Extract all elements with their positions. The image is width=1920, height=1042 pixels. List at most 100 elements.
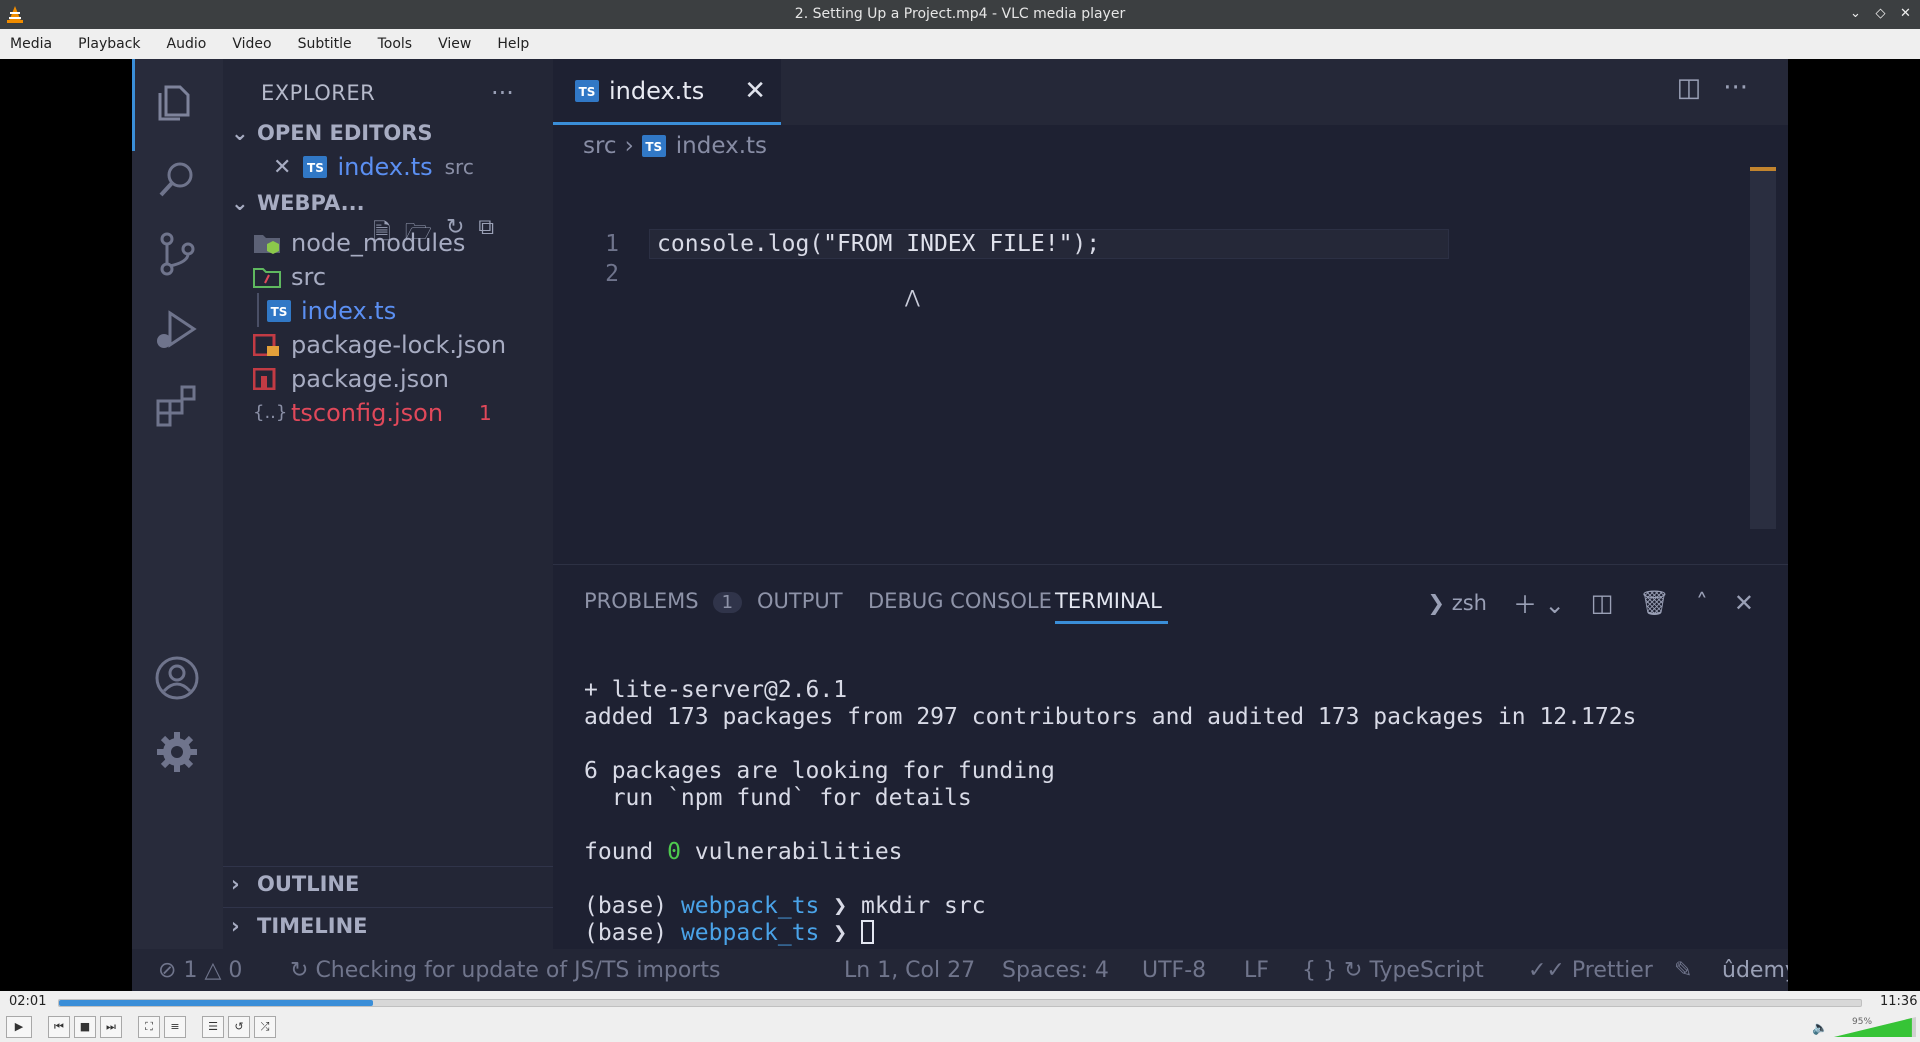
new-terminal-icon[interactable]: ＋ ⌄ xyxy=(1513,585,1565,620)
maximize-panel-icon[interactable]: ˄ xyxy=(1696,589,1708,617)
shuffle-button[interactable]: ⤮ xyxy=(254,1016,276,1038)
typescript-file-icon: TS xyxy=(575,79,599,102)
open-editors-section[interactable]: ⌄ OPEN EDITORS xyxy=(231,121,433,145)
source-control-icon[interactable] xyxy=(152,229,202,279)
tab-debug-console[interactable]: DEBUG CONSOLE xyxy=(868,589,1052,613)
open-editor-item[interactable]: ✕ TS index.ts src xyxy=(273,153,474,181)
terminal-text: found xyxy=(584,839,668,865)
terminal-output[interactable]: + lite-server@2.6.1 added 173 packages f… xyxy=(584,677,1636,947)
playback-controls: 02:01 11:36 ▶ ⏮ ■ ⏭ ⛶ ≡ ☰ ↺ ⤮ 🔈 95% xyxy=(0,991,1920,1042)
tree-item-node-modules[interactable]: node_modules xyxy=(253,229,465,257)
video-area[interactable]: EXPLORER ··· ⌄ OPEN EDITORS ✕ TS index.ts… xyxy=(0,59,1920,991)
workspace-section[interactable]: ⌄ WEBPA... xyxy=(231,191,365,215)
prompt-dir: webpack_ts xyxy=(680,893,820,919)
terminal-line: run `npm fund` for details xyxy=(584,785,972,811)
breadcrumb-folder[interactable]: src xyxy=(583,133,617,159)
close-icon[interactable]: ✕ xyxy=(1897,5,1914,22)
menu-media[interactable]: Media xyxy=(10,36,52,52)
timeline-label: TIMELINE xyxy=(257,914,368,938)
more-actions-icon[interactable]: ··· xyxy=(1723,73,1748,103)
indentation[interactable]: Spaces: 4 xyxy=(1002,958,1109,983)
loop-button[interactable]: ↺ xyxy=(228,1016,250,1038)
menu-bar: Media Playback Audio Video Subtitle Tool… xyxy=(0,29,1920,59)
problems-status[interactable]: ⊘ 1 △ 0 xyxy=(158,958,242,983)
tab-index-ts[interactable]: TS index.ts ✕ xyxy=(553,59,781,125)
tab-terminal[interactable]: TERMINAL xyxy=(1055,589,1162,613)
seek-bar[interactable] xyxy=(58,999,1862,1007)
minimize-icon[interactable]: ⌄ xyxy=(1847,5,1864,22)
end-of-line[interactable]: LF xyxy=(1244,958,1269,983)
chevron-right-icon: › xyxy=(231,872,240,896)
speaker-icon[interactable]: 🔈 xyxy=(1812,1021,1828,1036)
explorer-icon[interactable] xyxy=(152,77,202,127)
menu-video[interactable]: Video xyxy=(232,36,271,52)
play-button[interactable]: ▶ xyxy=(6,1016,32,1038)
menu-audio[interactable]: Audio xyxy=(167,36,207,52)
outline-label: OUTLINE xyxy=(257,872,360,896)
code-string: "FROM INDEX FILE!" xyxy=(823,231,1073,257)
terminal-shell-selector[interactable]: ❯ zsh xyxy=(1427,591,1487,615)
search-icon[interactable] xyxy=(152,155,202,205)
playlist-button[interactable]: ☰ xyxy=(202,1016,224,1038)
close-tab-icon[interactable]: ✕ xyxy=(744,76,766,106)
text-cursor-icon: ⋀ xyxy=(905,287,920,308)
extended-settings-button[interactable]: ≡ xyxy=(164,1016,186,1038)
split-terminal-icon[interactable]: ◫ xyxy=(1591,589,1614,617)
fullscreen-button[interactable]: ⛶ xyxy=(138,1016,160,1038)
check-icon: ✓✓ xyxy=(1528,958,1565,983)
terminal-cursor xyxy=(860,920,874,944)
formatter-label: Prettier xyxy=(1571,958,1653,983)
volume-slider[interactable] xyxy=(1834,1017,1916,1037)
warning-icon: △ xyxy=(204,958,222,983)
more-actions-icon[interactable]: ··· xyxy=(491,79,514,107)
previous-button[interactable]: ⏮ xyxy=(48,1016,70,1038)
npm-lock-icon xyxy=(253,334,279,356)
settings-gear-icon[interactable] xyxy=(152,727,202,777)
next-button[interactable]: ⏭ xyxy=(100,1016,122,1038)
tree-item-index-ts[interactable]: TS index.ts xyxy=(257,293,396,327)
tree-item-tsconfig[interactable]: {..} tsconfig.json 1 xyxy=(253,399,492,427)
open-editor-dir: src xyxy=(444,155,474,179)
breadcrumb-file[interactable]: index.ts xyxy=(676,133,767,159)
tree-item-package-json[interactable]: package.json xyxy=(253,365,449,393)
menu-view[interactable]: View xyxy=(438,36,471,52)
sync-icon: ↻ xyxy=(1344,958,1363,983)
accounts-icon[interactable] xyxy=(152,653,202,703)
feedback-icon[interactable]: ✎ xyxy=(1674,958,1692,983)
tree-item-label: src xyxy=(291,263,327,291)
editor-scrollbar[interactable] xyxy=(1750,167,1776,529)
total-time: 11:36 xyxy=(1880,994,1918,1009)
tab-problems-label: PROBLEMS xyxy=(584,589,699,613)
kill-terminal-icon[interactable]: 🗑 xyxy=(1639,589,1669,617)
code-line[interactable]: 1 console.log("FROM INDEX FILE!"); xyxy=(553,231,1788,261)
tab-problems[interactable]: PROBLEMS 1 xyxy=(584,589,743,613)
code-line[interactable]: 2 xyxy=(553,261,1788,291)
close-panel-icon[interactable]: ✕ xyxy=(1734,589,1754,617)
prompt-arrow: ❯ xyxy=(819,920,861,946)
maximize-icon[interactable]: ◇ xyxy=(1872,5,1889,22)
tree-item-src[interactable]: src xyxy=(253,263,326,291)
udemy-watermark: ûdemy xyxy=(1722,958,1788,983)
timeline-section[interactable]: › TIMELINE xyxy=(231,914,368,938)
menu-tools[interactable]: Tools xyxy=(378,36,413,52)
run-debug-icon[interactable] xyxy=(152,305,202,355)
encoding[interactable]: UTF-8 xyxy=(1142,958,1206,983)
language-mode[interactable]: { } ↻ TypeScript xyxy=(1302,958,1484,983)
stop-button[interactable]: ■ xyxy=(74,1016,96,1038)
prettier-status[interactable]: ✓✓ Prettier xyxy=(1528,958,1653,983)
terminal-line: added 173 packages from 297 contributors… xyxy=(584,704,1637,730)
split-editor-icon[interactable]: ◫ xyxy=(1677,73,1702,103)
collapse-all-icon[interactable]: ⧉ xyxy=(478,215,494,253)
outline-section[interactable]: › OUTLINE xyxy=(231,872,359,896)
tree-item-package-lock[interactable]: package-lock.json xyxy=(253,331,506,359)
menu-playback[interactable]: Playback xyxy=(78,36,140,52)
tab-output[interactable]: OUTPUT xyxy=(757,589,843,613)
close-editor-icon[interactable]: ✕ xyxy=(273,155,291,180)
cursor-position[interactable]: Ln 1, Col 27 xyxy=(844,958,975,983)
extensions-icon[interactable] xyxy=(152,381,202,431)
menu-help[interactable]: Help xyxy=(497,36,529,52)
elapsed-time: 02:01 xyxy=(9,994,47,1009)
menu-subtitle[interactable]: Subtitle xyxy=(298,36,352,52)
active-tab-underline xyxy=(1055,621,1168,624)
breadcrumb: src › TS index.ts xyxy=(583,133,767,159)
